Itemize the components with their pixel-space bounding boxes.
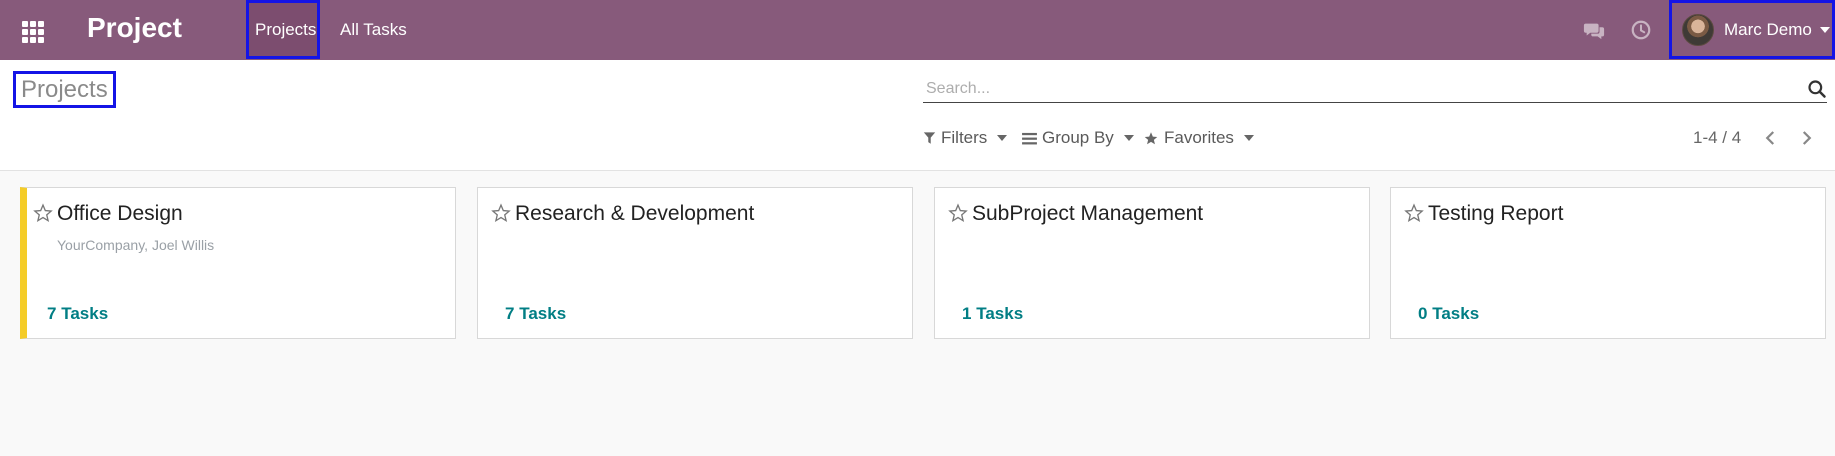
top-navbar: Project Projects All Tasks Marc Demo xyxy=(0,0,1835,60)
chevron-left-icon[interactable] xyxy=(1762,129,1780,147)
favorites-label: Favorites xyxy=(1164,128,1234,147)
app-brand[interactable]: Project xyxy=(87,12,182,44)
tasks-count: 1 xyxy=(962,304,972,323)
menu-item-all-tasks[interactable]: All Tasks xyxy=(334,0,413,59)
project-name[interactable]: Office Design xyxy=(57,202,183,226)
tasks-count: 7 xyxy=(47,304,57,323)
project-tasks-link[interactable]: 1 Tasks xyxy=(962,304,1023,324)
menu-item-projects[interactable]: Projects xyxy=(246,0,320,59)
project-card[interactable]: Testing Report 0 Tasks xyxy=(1390,187,1826,339)
kanban-view: Office Design YourCompany, Joel Willis 7… xyxy=(0,171,1835,456)
project-subtitle: YourCompany, Joel Willis xyxy=(57,237,215,253)
tasks-label: Tasks xyxy=(1432,304,1480,323)
pager-value[interactable]: 1-4 / 4 xyxy=(1693,126,1741,150)
star-icon xyxy=(1144,131,1158,144)
project-card[interactable]: Research & Development 7 Tasks xyxy=(477,187,913,339)
project-tasks-link[interactable]: 0 Tasks xyxy=(1418,304,1479,324)
funnel-icon xyxy=(923,132,936,144)
project-tasks-link[interactable]: 7 Tasks xyxy=(47,304,108,324)
tasks-count: 0 xyxy=(1418,304,1428,323)
star-outline-icon[interactable] xyxy=(1404,203,1424,223)
filters-label: Filters xyxy=(941,128,988,147)
clock-icon[interactable] xyxy=(1630,19,1652,41)
breadcrumb-title: Projects xyxy=(13,71,116,108)
chevron-down-icon xyxy=(1123,135,1134,141)
project-name[interactable]: SubProject Management xyxy=(972,202,1203,226)
avatar xyxy=(1682,13,1714,46)
chevron-down-icon xyxy=(997,135,1008,141)
star-outline-icon[interactable] xyxy=(491,203,511,223)
chevron-down-icon xyxy=(1243,135,1254,141)
user-name: Marc Demo xyxy=(1724,19,1812,39)
chevron-right-icon[interactable] xyxy=(1797,129,1815,147)
project-name[interactable]: Research & Development xyxy=(515,202,754,226)
project-card[interactable]: Office Design YourCompany, Joel Willis 7… xyxy=(20,187,456,339)
list-icon xyxy=(1022,132,1037,144)
star-outline-icon[interactable] xyxy=(948,203,968,223)
favorites-dropdown[interactable]: Favorites xyxy=(1143,126,1254,150)
project-name[interactable]: Testing Report xyxy=(1428,202,1563,226)
user-menu[interactable]: Marc Demo xyxy=(1669,0,1835,59)
tasks-count: 7 xyxy=(505,304,515,323)
search-input[interactable] xyxy=(923,76,1783,101)
tasks-label: Tasks xyxy=(519,304,567,323)
tasks-label: Tasks xyxy=(61,304,109,323)
tasks-label: Tasks xyxy=(976,304,1024,323)
search-bar xyxy=(923,76,1827,103)
control-panel: Projects Filters Group By Favorites 1-4 … xyxy=(0,60,1835,171)
filters-dropdown[interactable]: Filters xyxy=(923,126,1008,150)
project-tasks-link[interactable]: 7 Tasks xyxy=(505,304,566,324)
star-outline-icon[interactable] xyxy=(33,203,53,223)
groupby-dropdown[interactable]: Group By xyxy=(1022,126,1134,150)
project-card[interactable]: SubProject Management 1 Tasks xyxy=(934,187,1370,339)
search-icon[interactable] xyxy=(1807,79,1827,99)
groupby-label: Group By xyxy=(1042,128,1114,147)
apps-menu-icon[interactable] xyxy=(18,16,46,44)
chevron-down-icon xyxy=(1819,26,1830,33)
chat-icon[interactable] xyxy=(1583,19,1605,41)
